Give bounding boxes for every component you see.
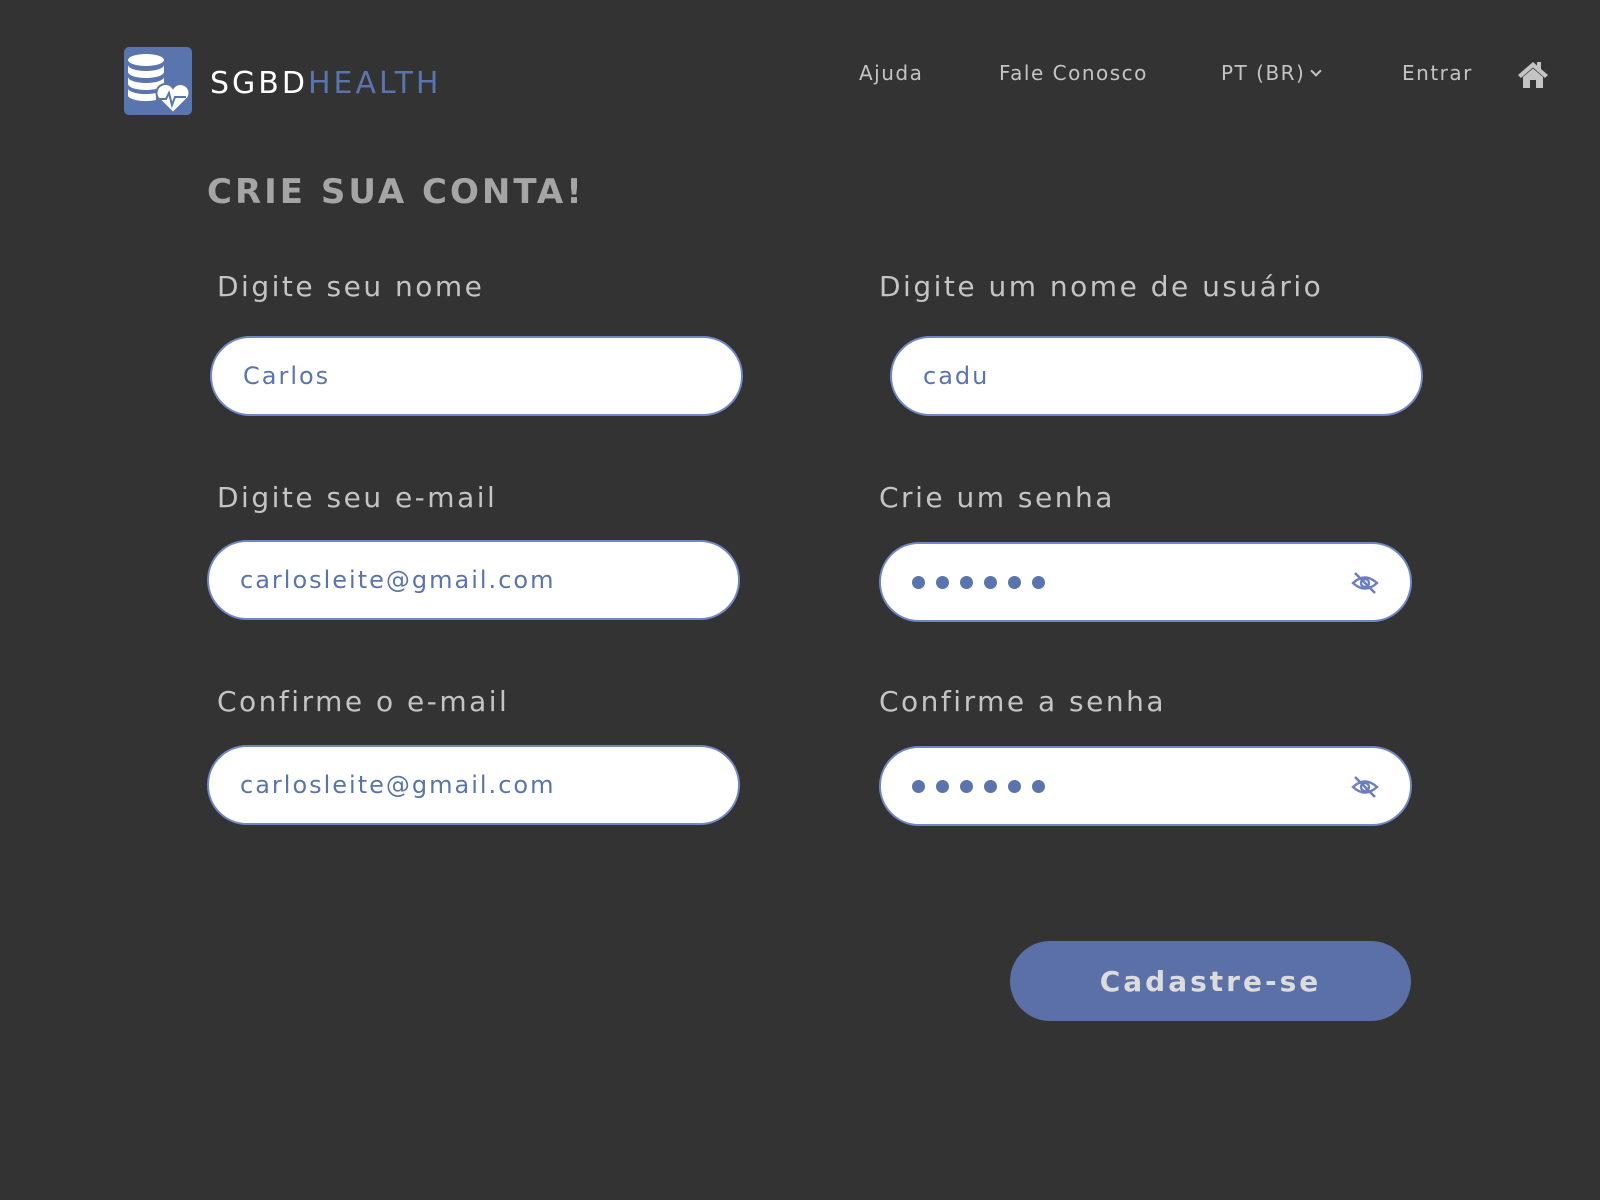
password-dot bbox=[912, 779, 925, 793]
password-dot bbox=[1008, 575, 1021, 589]
nav-help-link[interactable]: Ajuda bbox=[859, 61, 923, 85]
password-confirm-field[interactable] bbox=[879, 746, 1412, 826]
password-dot bbox=[1032, 575, 1045, 589]
username-label: Digite um nome de usuário bbox=[879, 270, 1324, 303]
nav-contact-link[interactable]: Fale Conosco bbox=[999, 61, 1148, 85]
language-label: PT (BR) bbox=[1221, 61, 1306, 85]
password-mask bbox=[912, 575, 1045, 589]
password-dot bbox=[984, 779, 997, 793]
brand-name[interactable]: SGBDHEALTH bbox=[210, 66, 442, 101]
password-label: Crie um senha bbox=[879, 481, 1115, 514]
password-dot bbox=[960, 575, 973, 589]
password-dot bbox=[984, 575, 997, 589]
name-field[interactable]: Carlos bbox=[210, 336, 743, 416]
password-dot bbox=[936, 779, 949, 793]
page-title: CRIE SUA CONTA! bbox=[207, 172, 585, 212]
eye-slash-icon[interactable] bbox=[1350, 772, 1380, 802]
password-field[interactable] bbox=[879, 542, 1412, 622]
email-confirm-field[interactable]: carlosleite@gmail.com bbox=[207, 745, 740, 825]
password-dot bbox=[1008, 779, 1021, 793]
eye-slash-icon[interactable] bbox=[1350, 568, 1380, 598]
nav-login-link[interactable]: Entrar bbox=[1402, 61, 1473, 85]
chevron-down-icon bbox=[1310, 65, 1323, 77]
password-confirm-label: Confirme a senha bbox=[879, 685, 1167, 718]
email-field[interactable]: carlosleite@gmail.com bbox=[207, 540, 740, 620]
password-dot bbox=[936, 575, 949, 589]
language-selector[interactable]: PT (BR) bbox=[1221, 61, 1323, 85]
password-dot bbox=[912, 575, 925, 589]
username-field[interactable]: cadu bbox=[890, 336, 1423, 416]
database-heart-icon bbox=[124, 47, 192, 115]
brand-primary: SGBD bbox=[210, 66, 308, 101]
home-icon[interactable] bbox=[1516, 59, 1550, 89]
password-dot bbox=[960, 779, 973, 793]
password-dot bbox=[1032, 779, 1045, 793]
name-label: Digite seu nome bbox=[217, 270, 485, 303]
password-confirm-mask bbox=[912, 779, 1045, 793]
username-value: cadu bbox=[923, 362, 990, 390]
email-value: carlosleite@gmail.com bbox=[240, 566, 556, 594]
email-confirm-value: carlosleite@gmail.com bbox=[240, 771, 556, 799]
email-label: Digite seu e-mail bbox=[217, 481, 498, 514]
email-confirm-label: Confirme o e-mail bbox=[217, 685, 510, 718]
name-value: Carlos bbox=[243, 362, 331, 390]
submit-button[interactable]: Cadastre-se bbox=[1010, 941, 1411, 1021]
brand-accent: HEALTH bbox=[307, 66, 442, 101]
